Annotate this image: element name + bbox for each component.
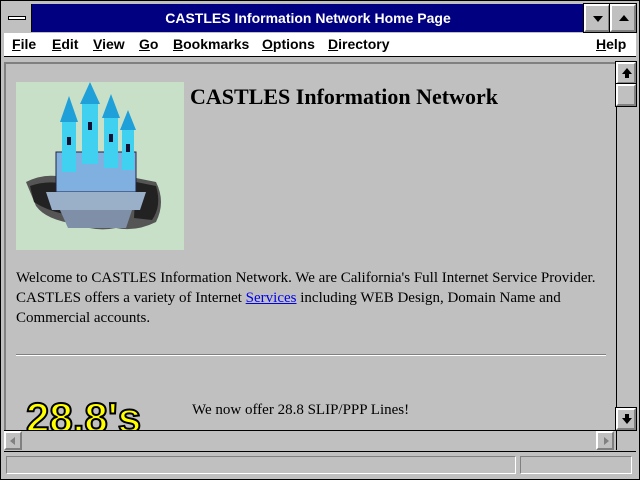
arrow-right-icon [604,437,609,445]
scroll-up-button[interactable] [615,61,637,85]
logo-28-8-icon: 28.8's [25,393,142,430]
horizontal-rule [16,354,606,356]
menu-edit[interactable]: Edit [52,36,78,52]
minimize-icon [593,16,603,22]
menu-directory[interactable]: Directory [328,36,389,52]
window-title: CASTLES Information Network Home Page [165,10,451,26]
scroll-left-button[interactable] [4,431,22,450]
logo-text: 28.8's [26,394,141,430]
scrollbar-corner [616,430,636,450]
menu-bookmarks[interactable]: Bookmarks [173,36,249,52]
maximize-button[interactable] [609,3,637,33]
minimize-button[interactable] [583,3,611,33]
logo-28-8: 28.8's [24,388,184,430]
menu-view[interactable]: View [93,36,125,52]
system-menu-icon[interactable] [4,4,32,32]
page-heading: CASTLES Information Network [190,84,499,109]
menu-options[interactable]: Options [262,36,315,52]
arrow-down-icon [622,414,632,424]
menu-go[interactable]: Go [139,36,158,52]
arrow-up-icon [622,68,632,78]
castle-image [16,82,184,250]
arrow-left-icon [10,437,15,445]
menu-bar: File Edit View Go Bookmarks Options Dire… [4,33,636,57]
menu-help[interactable]: Help [596,36,626,52]
horizontal-scrollbar[interactable] [4,430,616,450]
services-link[interactable]: Services [246,290,297,306]
scroll-thumb[interactable] [615,83,637,107]
maximize-icon [619,15,629,21]
status-text-panel [6,456,516,474]
welcome-text: Welcome to CASTLES Information Network. … [16,268,614,328]
vertical-scrollbar[interactable] [616,62,636,430]
scroll-down-button[interactable] [615,407,637,431]
progress-panel [520,456,632,474]
menu-file[interactable]: File [12,36,36,52]
offer-text: We now offer 28.8 SLIP/PPP Lines! [192,402,410,418]
scroll-right-button[interactable] [596,431,614,450]
page-content[interactable]: CASTLES Information Network Welcome to C… [4,62,616,430]
castle-icon [16,82,184,250]
